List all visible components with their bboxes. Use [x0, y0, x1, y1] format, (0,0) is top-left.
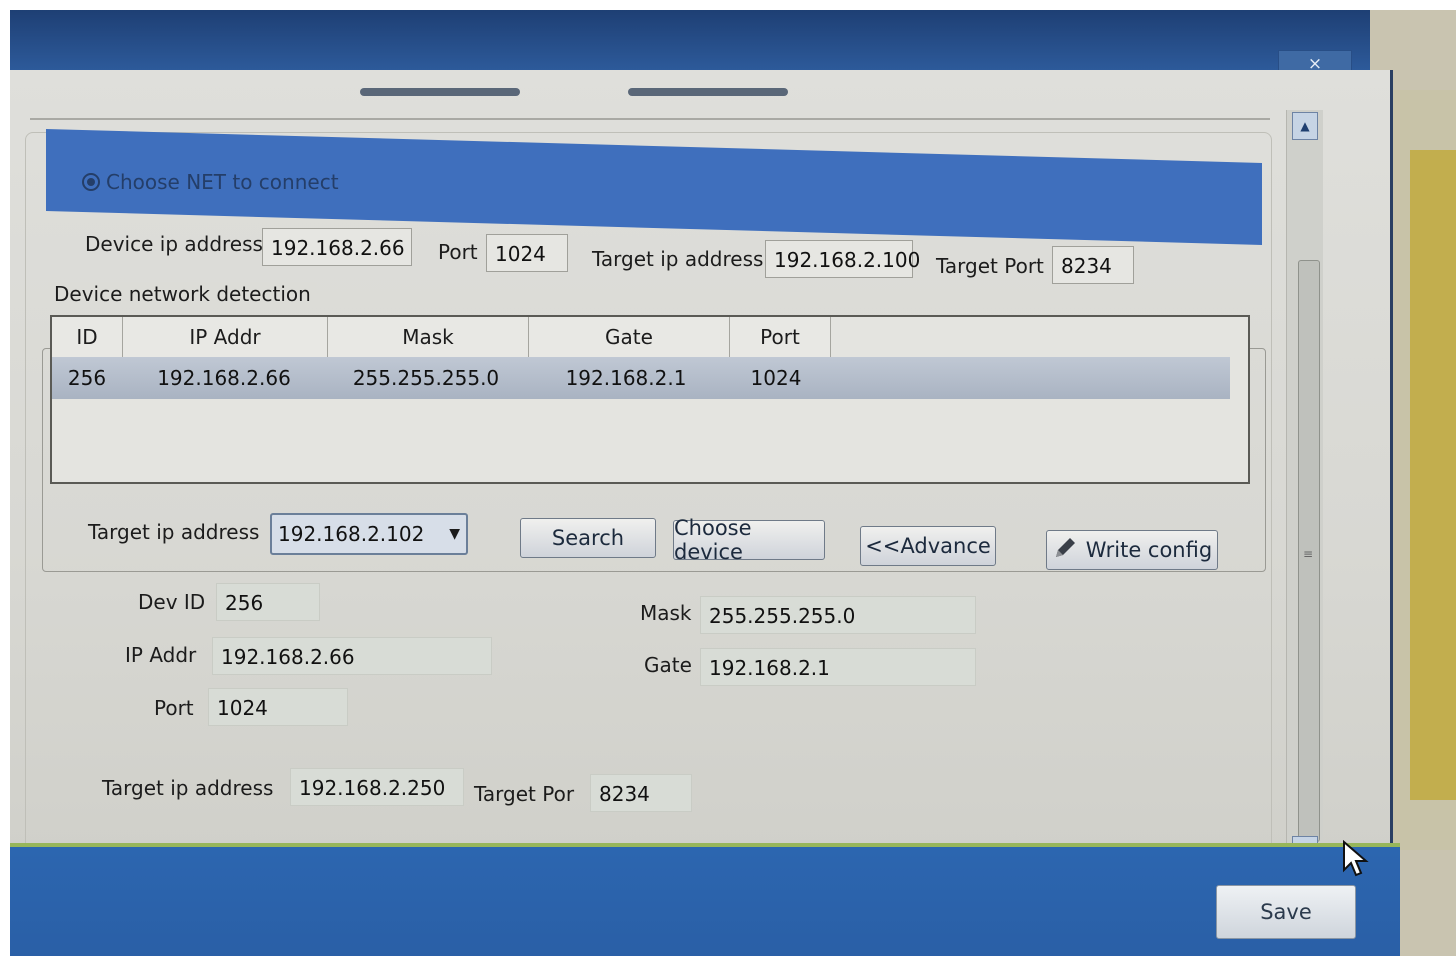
mouse-pointer-icon: [1342, 839, 1372, 889]
advance-label: <<Advance: [865, 534, 991, 558]
port-field[interactable]: 1024: [486, 234, 568, 272]
cell-id: 256: [67, 366, 107, 390]
device-table[interactable]: ID IP Addr Mask Gate Port 256 192.168.2.…: [50, 315, 1250, 484]
desktop-background-yellow: [1410, 150, 1456, 800]
search-button[interactable]: Search: [520, 518, 656, 558]
ip-addr-label: IP Addr: [125, 643, 197, 667]
toolbar-tab[interactable]: [628, 88, 788, 96]
column-header-mask[interactable]: Mask: [328, 317, 529, 358]
column-header-gate[interactable]: Gate: [529, 317, 730, 358]
save-label: Save: [1260, 900, 1312, 924]
port-form-label: Port: [154, 696, 194, 720]
search-target-ip-label: Target ip address: [88, 520, 260, 544]
column-header-ip[interactable]: IP Addr: [123, 317, 328, 358]
net-radio-label: Choose NET to connect: [106, 170, 339, 194]
monitor-screen: × Choose NET to connect Device ip addres…: [10, 10, 1456, 956]
top-toolbar: [30, 70, 1270, 120]
mask-field[interactable]: 255.255.255.0: [700, 596, 976, 634]
window-title-bar: [10, 10, 1370, 70]
write-config-label: Write config: [1085, 538, 1213, 562]
form-target-port-label: Target Por: [474, 782, 575, 806]
column-header-port[interactable]: Port: [730, 317, 831, 358]
target-port-field[interactable]: 8234: [1052, 246, 1134, 284]
radio-button-icon[interactable]: [82, 173, 100, 191]
choose-device-button[interactable]: Choose device: [673, 516, 825, 564]
cell-mask: 255.255.255.0: [352, 366, 500, 390]
search-button-label: Search: [551, 526, 625, 550]
toolbar-tab[interactable]: [360, 88, 520, 96]
dev-id-label: Dev ID: [138, 590, 206, 614]
save-button[interactable]: Save: [1216, 885, 1356, 939]
scroll-up-arrow-icon[interactable]: ▲: [1292, 112, 1318, 140]
device-ip-field[interactable]: 192.168.2.66: [262, 228, 412, 266]
dev-id-field[interactable]: 256: [216, 583, 320, 621]
target-ip-field[interactable]: 192.168.2.100: [765, 240, 920, 278]
pencil-icon: [1052, 535, 1078, 566]
target-ip-dropdown[interactable]: 192.168.2.102 ▼: [270, 513, 468, 555]
net-radio-option[interactable]: Choose NET to connect: [82, 170, 339, 194]
target-ip-dropdown-value: 192.168.2.102: [278, 522, 425, 546]
form-target-ip-label: Target ip address: [102, 776, 274, 800]
ip-addr-field[interactable]: 192.168.2.66: [212, 637, 492, 675]
detection-title: Device network detection: [48, 282, 317, 306]
form-target-ip-field[interactable]: 192.168.2.250: [290, 768, 464, 806]
cell-port: 1024: [750, 366, 802, 390]
vertical-scrollbar[interactable]: ▲ ≡ ▼: [1286, 110, 1323, 866]
target-ip-label: Target ip address: [592, 247, 764, 271]
column-header-id[interactable]: ID: [52, 317, 123, 358]
chevron-down-icon[interactable]: ▼: [449, 515, 460, 553]
device-ip-label: Device ip address: [85, 232, 263, 256]
gate-field[interactable]: 192.168.2.1: [700, 648, 976, 686]
config-window: Choose NET to connect Device ip address …: [10, 70, 1393, 866]
cell-gate: 192.168.2.1: [565, 366, 687, 390]
port-form-field[interactable]: 1024: [208, 688, 348, 726]
mask-label: Mask: [640, 601, 692, 625]
choose-device-label: Choose device: [674, 516, 752, 564]
gate-label: Gate: [644, 653, 692, 677]
target-port-label: Target Port: [936, 254, 1044, 278]
cell-ip: 192.168.2.66: [157, 366, 291, 390]
footer-bar: [10, 843, 1400, 956]
write-config-button[interactable]: Write config: [1046, 530, 1218, 570]
form-target-port-field[interactable]: 8234: [590, 774, 692, 812]
scrollbar-thumb[interactable]: ≡: [1298, 260, 1320, 842]
table-row[interactable]: 256 192.168.2.66 255.255.255.0 192.168.2…: [52, 357, 1230, 399]
port-label: Port: [438, 240, 478, 264]
table-header: ID IP Addr Mask Gate Port: [52, 317, 832, 358]
grip-icon: ≡: [1303, 547, 1314, 561]
advance-button[interactable]: <<Advance: [860, 526, 996, 566]
